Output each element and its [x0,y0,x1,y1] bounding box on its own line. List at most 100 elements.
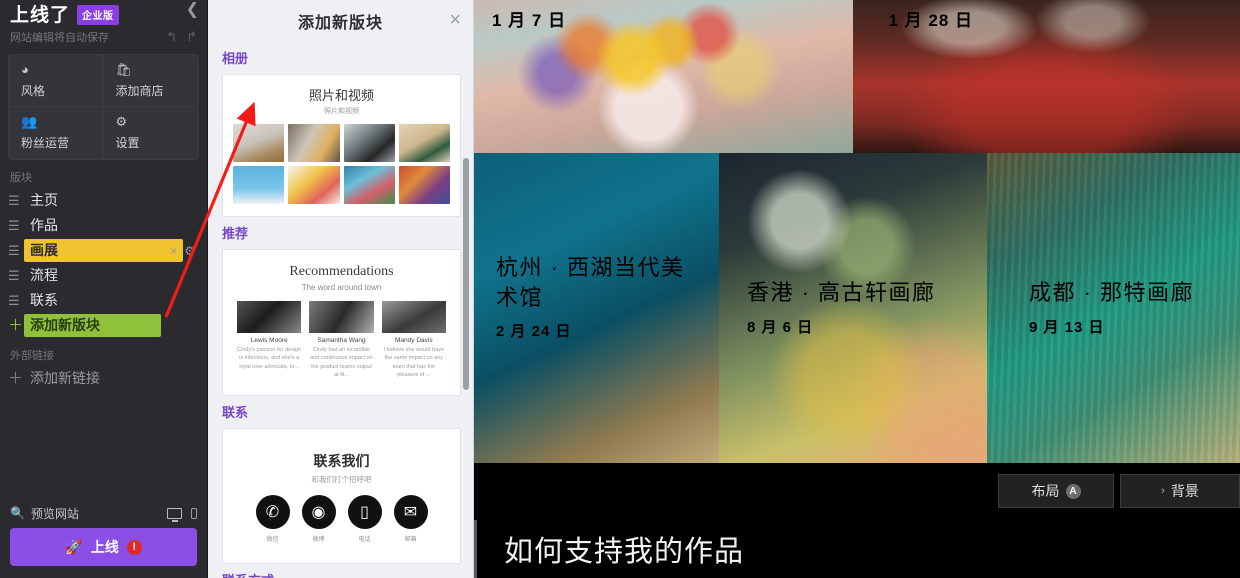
sidebar-item-contact[interactable]: ☰ 联系 [0,288,207,313]
rocket-icon: 🚀 [65,538,83,555]
sidebar-item-exhibition[interactable]: ☰ 画展 × ⚙ [0,238,207,263]
channel-label: 微博 [312,537,325,543]
background-button[interactable]: › 背景 [1120,474,1240,508]
blocks-section-title: 版块 [10,172,32,184]
drag-handle-icon[interactable]: ☰ [8,219,24,232]
enterprise-badge: 企业版 [77,5,119,25]
brand-logo: 上线了 [10,4,71,26]
sidebar-item-label: 作品 [30,217,58,233]
close-icon[interactable]: × [170,244,177,258]
links-section-title: 外部链接 [10,350,54,362]
contact-channel: ◉ 微博 [301,495,336,543]
quick-action-settings[interactable]: ⚙ 设置 [104,107,199,159]
sidebar-item-label: 流程 [30,267,58,283]
next-section-title: 如何支持我的作品 [504,536,745,568]
quick-action-style[interactable]: ◕ 风格 [9,55,104,107]
gallery-item[interactable]: 1 月 7 日 [474,0,853,153]
channel-label: 邮箱 [404,537,417,543]
sidebar-item-process[interactable]: ☰ 流程 [0,263,207,288]
close-icon[interactable]: × [449,10,461,30]
gallery-date: 1 月 28 日 [888,11,974,30]
person-blurb: Cindy had an incredible and continuous i… [310,347,373,378]
template-subtitle: 照片和视频 [324,108,359,115]
template-subtitle: 和我们打个招呼吧 [311,475,372,484]
preview-site-label: 预览网站 [30,506,79,521]
gallery-item[interactable]: 香港 · 高古轩画廊 8 月 6 日 [719,153,987,463]
add-block-panel: 添加新版块 × 相册 照片和视频 照片和视频 推荐 Recommendation… [208,0,474,578]
gallery-date: 2 月 24 日 [496,323,572,341]
gear-icon[interactable]: ⚙ [184,244,195,258]
shop-icon: 🛍 [115,62,133,77]
gallery-item[interactable]: 杭州 · 西湖当代美术馆 2 月 24 日 [474,153,719,463]
gallery-item[interactable]: 1 月 28 日 [852,0,1240,153]
recommendation-item: Lewis Moore Cindy's passion for design i… [237,301,302,379]
contact-channel-row: ✆ 微信 ◉ 微博 ▯ 电话 ✉ 邮箱 [233,495,450,543]
publish-button[interactable]: 🚀 上线 ! [10,528,197,566]
quick-action-fans[interactable]: 👥 粉丝运营 [9,107,104,159]
template-card-contact-us[interactable]: 联系我们 和我们打个招呼吧 ✆ 微信 ◉ 微博 ▯ 电话 ✉ 邮箱 [222,428,461,564]
chevron-left-icon[interactable]: ❮ [186,2,199,18]
palette-icon: ◕ [21,62,29,77]
sidebar-item-works[interactable]: ☰ 作品 [0,213,207,238]
fans-icon: 👥 [21,114,38,129]
template-title: Recommendations [289,264,394,279]
thumbnail-image [343,166,395,204]
left-sidebar: 上线了 企业版 ❮ 网站编辑将自动保存 ↰ ↱ ◕ 风格 🛍 添加商店 👥 粉丝… [0,0,208,578]
plus-icon: ＋ [8,317,24,334]
next-section-block[interactable]: 如何支持我的作品 [474,520,1240,578]
site-canvas: 1 月 7 日 1 月 28 日 杭州 · 西湖当代美术馆 2 月 24 日 香… [474,0,1240,578]
quick-action-add-shop[interactable]: 🛍 添加商店 [103,55,198,107]
contact-channel: ✉ 邮箱 [393,495,428,543]
canvas-toolbar: 布局 A › 背景 [998,474,1240,508]
channel-label: 电话 [358,537,371,543]
person-name: Mandy Davis [395,337,433,344]
redo-icon[interactable]: ↱ [186,29,197,45]
gallery-title: 成都 · 那特画廊 [1029,280,1195,305]
editor-app: 上线了 企业版 ❮ 网站编辑将自动保存 ↰ ↱ ◕ 风格 🛍 添加商店 👥 粉丝… [0,0,1240,578]
person-blurb: I believe she would have the same impact… [383,347,444,378]
thumbnail-image [398,166,450,204]
sidebar-item-label: 联系 [30,292,58,308]
autosave-text: 网站编辑将自动保存 [10,32,109,44]
gallery-date: 9 月 13 日 [1029,318,1105,336]
thumbnail-image [288,166,340,204]
mobile-icon[interactable] [191,507,197,519]
drag-handle-icon[interactable]: ☰ [8,194,24,207]
channel-label: 微信 [266,537,279,543]
sidebar-item-home[interactable]: ☰ 主页 [0,188,207,213]
gallery-title: 香港 · 高古轩画廊 [747,280,936,305]
recommendation-item: Samantha Wang Cindy had an incredible an… [309,301,374,379]
mail-icon: ✉ [393,495,428,529]
drag-handle-icon[interactable]: ☰ [8,294,24,307]
template-card-recommendations[interactable]: Recommendations The word around town Lew… [222,249,461,396]
publish-label: 上线 [90,539,119,555]
sidebar-item-tools: × ⚙ [170,244,195,258]
add-new-link-label: 添加新链接 [30,370,100,386]
search-icon: 🔍 [10,506,25,520]
drag-handle-icon[interactable]: ☰ [8,269,24,282]
person-photo [309,301,374,333]
thumbnail-image [233,124,285,162]
quick-action-label: 粉丝运营 [21,136,70,150]
chevron-right-icon: › [1161,485,1165,497]
layout-button[interactable]: 布局 A [998,474,1114,508]
preview-site-button[interactable]: 🔍 预览网站 [10,505,79,522]
group-title-contact-method: 联系方式 [222,570,461,578]
sidebar-header: 上线了 企业版 ❮ [0,0,207,26]
panel-scrollbar[interactable] [463,158,469,390]
desktop-icon[interactable] [167,507,182,522]
undo-icon[interactable]: ↰ [166,29,177,45]
gallery-row-top: 1 月 7 日 1 月 28 日 [474,0,1240,153]
weibo-icon: ◉ [301,495,336,529]
drag-handle-icon[interactable]: ☰ [8,244,24,257]
device-toggle-group [167,507,197,522]
thumbnail-image [233,166,285,204]
preview-row: 🔍 预览网站 [10,498,197,528]
gallery-item[interactable]: 成都 · 那特画廊 9 月 13 日 [987,153,1240,463]
quick-actions-grid: ◕ 风格 🛍 添加商店 👥 粉丝运营 ⚙ 设置 [8,54,199,160]
add-new-block-button[interactable]: ＋ 添加新版块 [0,313,207,338]
template-card-photos[interactable]: 照片和视频 照片和视频 [222,74,461,217]
add-new-link-button[interactable]: ＋ 添加新链接 [0,366,207,391]
panel-title: 添加新版块 [297,15,383,32]
sidebar-footer: 🔍 预览网站 🚀 上线 ! [0,498,207,578]
